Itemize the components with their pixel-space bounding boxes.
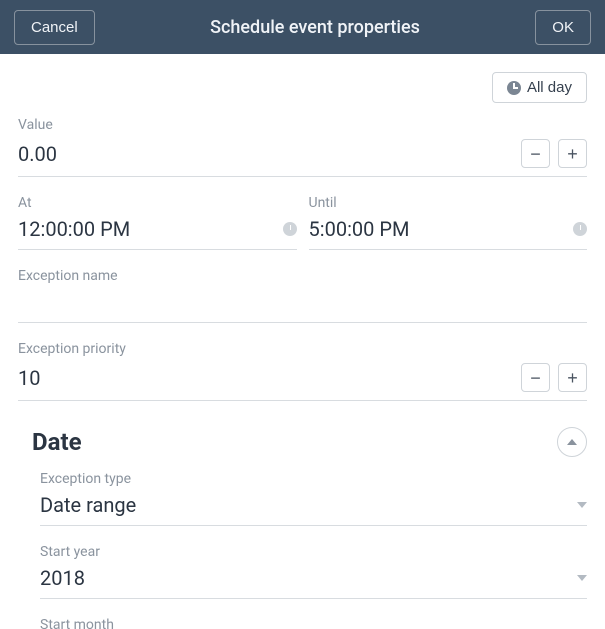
at-field: At bbox=[18, 195, 297, 250]
exception-type-label: Exception type bbox=[40, 471, 587, 487]
dialog-scroll[interactable]: All day Value − + At Until bbox=[0, 54, 605, 629]
value-label: Value bbox=[18, 117, 587, 133]
chevron-up-icon bbox=[567, 439, 577, 445]
start-year-value: 2018 bbox=[40, 566, 569, 590]
ok-button[interactable]: OK bbox=[535, 10, 591, 45]
priority-increment-button[interactable]: + bbox=[558, 363, 587, 392]
value-input[interactable] bbox=[18, 142, 513, 166]
until-field: Until bbox=[309, 195, 588, 250]
value-increment-button[interactable]: + bbox=[558, 139, 587, 168]
exception-type-field: Exception type Date range bbox=[40, 471, 587, 526]
exception-type-select[interactable]: Date range bbox=[40, 489, 587, 526]
clock-icon bbox=[573, 222, 587, 236]
date-section-header: Date bbox=[18, 405, 587, 471]
value-field: Value − + bbox=[18, 117, 587, 177]
dialog-title: Schedule event properties bbox=[210, 17, 420, 38]
start-month-field: Start month February bbox=[40, 617, 587, 629]
start-year-select[interactable]: 2018 bbox=[40, 562, 587, 599]
value-decrement-button[interactable]: − bbox=[521, 139, 550, 168]
priority-decrement-button[interactable]: − bbox=[521, 363, 550, 392]
clock-icon bbox=[283, 222, 297, 236]
until-input[interactable] bbox=[309, 217, 566, 241]
exception-name-input[interactable] bbox=[18, 290, 587, 314]
clock-icon bbox=[507, 81, 521, 95]
dialog-header: Cancel Schedule event properties OK bbox=[0, 0, 605, 54]
start-month-label: Start month bbox=[40, 617, 587, 629]
at-label: At bbox=[18, 195, 297, 211]
all-day-label: All day bbox=[527, 79, 572, 96]
exception-name-label: Exception name bbox=[18, 268, 587, 284]
exception-priority-input[interactable] bbox=[18, 366, 513, 390]
chevron-down-icon bbox=[577, 575, 587, 581]
start-year-label: Start year bbox=[40, 544, 587, 560]
exception-priority-field: Exception priority − + bbox=[18, 341, 587, 401]
until-label: Until bbox=[309, 195, 588, 211]
date-collapse-button[interactable] bbox=[557, 427, 587, 457]
cancel-button[interactable]: Cancel bbox=[14, 10, 95, 45]
all-day-button[interactable]: All day bbox=[492, 72, 587, 103]
exception-type-value: Date range bbox=[40, 493, 569, 517]
exception-priority-label: Exception priority bbox=[18, 341, 587, 357]
exception-name-field: Exception name bbox=[18, 268, 587, 323]
at-input[interactable] bbox=[18, 217, 275, 241]
date-section-title: Date bbox=[32, 428, 82, 456]
chevron-down-icon bbox=[577, 502, 587, 508]
start-year-field: Start year 2018 bbox=[40, 544, 587, 599]
